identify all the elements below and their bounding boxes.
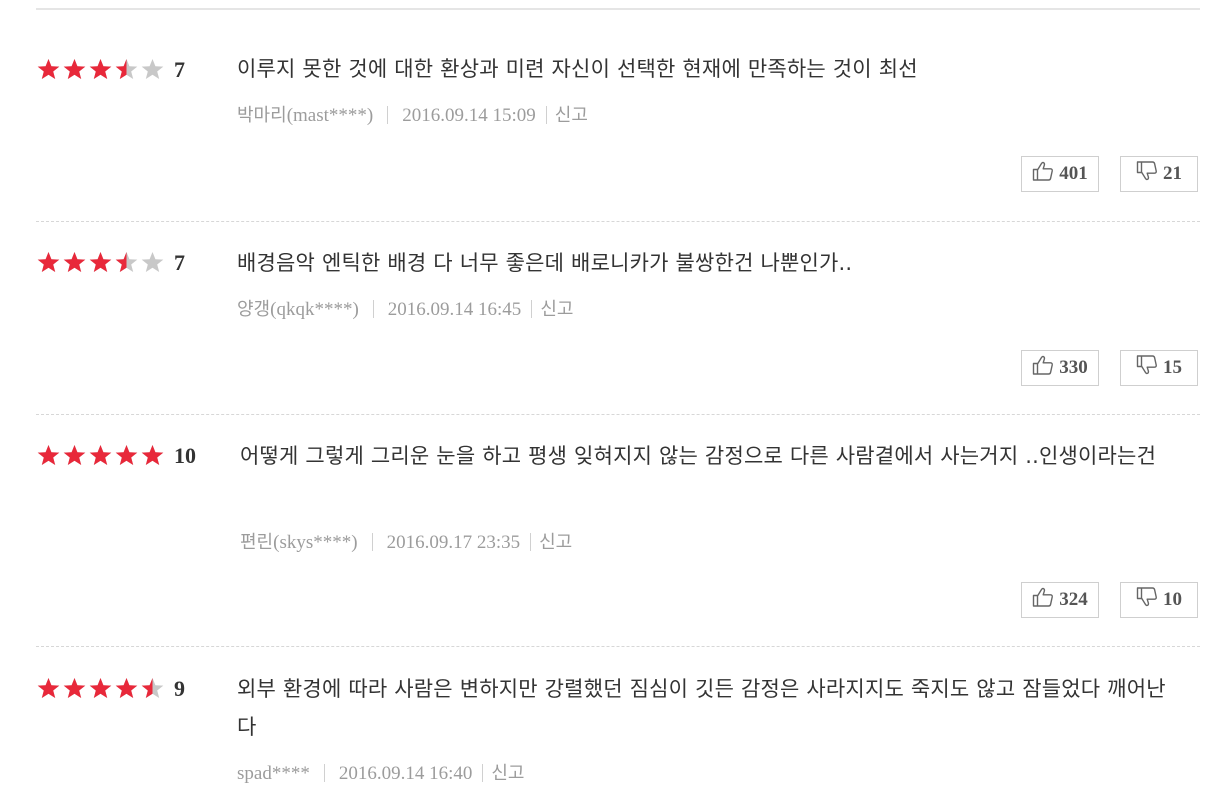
star-icon — [88, 444, 113, 466]
report-link[interactable]: 신고 — [539, 532, 572, 553]
review-score: 10 — [174, 443, 196, 468]
report-link[interactable]: 신고 — [540, 299, 573, 320]
meta-separator — [545, 106, 547, 124]
meta-separator — [531, 300, 533, 318]
dislike-button[interactable]: 21 — [1120, 156, 1198, 192]
writer-id[interactable]: (mast****) — [287, 105, 374, 126]
meta-separator — [530, 533, 532, 551]
star-icon — [114, 58, 139, 80]
dislike-count: 21 — [1163, 163, 1182, 184]
review-comment: 외부 환경에 따라 사람은 변하지만 강렬했던 짐심이 깃든 감정은 사라지지도… — [237, 677, 1166, 739]
like-button[interactable]: 324 — [1021, 582, 1099, 618]
star-icon — [36, 444, 61, 466]
meta-separator — [323, 764, 325, 782]
star-rating — [36, 251, 165, 273]
thumbs-up-icon — [1032, 161, 1054, 187]
star-rating — [36, 58, 165, 80]
review-comment: 배경음악 엔틱한 배경 다 너무 좋은데 배로니카가 불쌍한건 나뿐인가.. — [237, 251, 853, 275]
dislike-count: 15 — [1163, 357, 1182, 378]
report-link[interactable]: 신고 — [491, 763, 524, 784]
star-icon — [36, 251, 61, 273]
like-button[interactable]: 401 — [1021, 156, 1099, 192]
meta-separator — [387, 106, 389, 124]
star-icon — [114, 444, 139, 466]
dislike-count: 10 — [1163, 589, 1182, 610]
report-link[interactable]: 신고 — [555, 105, 588, 126]
star-icon — [62, 677, 87, 699]
thumbs-up-icon — [1032, 355, 1054, 381]
star-icon — [114, 251, 139, 273]
review-meta: spad**** 2016.09.14 16:40 신고 — [237, 762, 524, 786]
review-score: 7 — [174, 250, 185, 275]
star-icon — [88, 251, 113, 273]
star-icon — [140, 251, 165, 273]
review-meta: 편린(skys****) 2016.09.17 23:35 신고 — [240, 531, 572, 555]
star-rating — [36, 677, 165, 699]
dislike-button[interactable]: 15 — [1120, 350, 1198, 386]
star-icon — [62, 251, 87, 273]
star-icon — [140, 58, 165, 80]
star-icon — [88, 677, 113, 699]
writer-name[interactable]: 박마리 — [237, 105, 287, 126]
like-count: 401 — [1059, 163, 1088, 184]
review-date: 2016.09.14 15:09 — [402, 105, 536, 126]
like-count: 324 — [1059, 589, 1088, 610]
thumbs-down-icon — [1136, 587, 1158, 613]
writer-name[interactable]: 편린 — [240, 532, 273, 553]
meta-separator — [371, 533, 373, 551]
thumbs-up-icon — [1032, 587, 1054, 613]
star-icon — [140, 444, 165, 466]
review-meta: 양갱(qkqk****) 2016.09.14 16:45 신고 — [237, 298, 573, 322]
writer-id[interactable]: (skys****) — [273, 532, 357, 553]
like-button[interactable]: 330 — [1021, 350, 1099, 386]
like-count: 330 — [1059, 357, 1088, 378]
star-icon — [62, 58, 87, 80]
top-divider — [36, 8, 1200, 10]
meta-separator — [372, 300, 374, 318]
review-score: 7 — [174, 57, 185, 82]
star-icon — [36, 677, 61, 699]
writer-id[interactable]: spad**** — [237, 763, 310, 784]
star-icon — [114, 677, 139, 699]
star-icon — [62, 444, 87, 466]
review-divider — [36, 646, 1200, 647]
writer-id[interactable]: (qkqk****) — [270, 299, 359, 320]
star-icon — [140, 677, 165, 699]
thumbs-down-icon — [1136, 355, 1158, 381]
star-rating — [36, 444, 165, 466]
review-divider — [36, 414, 1200, 415]
thumbs-down-icon — [1136, 161, 1158, 187]
review-score: 9 — [174, 676, 185, 701]
star-icon — [88, 58, 113, 80]
review-date: 2016.09.14 16:45 — [387, 299, 522, 320]
review-comment: 어떻게 그렇게 그리운 눈을 하고 평생 잊혀지지 않는 감정으로 다른 사람곁… — [240, 444, 1157, 468]
review-comment: 이루지 못한 것에 대한 환상과 미련 자신이 선택한 현재에 만족하는 것이 … — [237, 57, 918, 81]
meta-separator — [482, 764, 484, 782]
writer-name[interactable]: 양갱 — [237, 299, 270, 320]
dislike-button[interactable]: 10 — [1120, 582, 1198, 618]
review-date: 2016.09.14 16:40 — [338, 763, 473, 784]
review-date: 2016.09.17 23:35 — [386, 532, 521, 553]
review-divider — [36, 221, 1200, 222]
star-icon — [36, 58, 61, 80]
review-meta: 박마리(mast****) 2016.09.14 15:09 신고 — [237, 104, 588, 128]
